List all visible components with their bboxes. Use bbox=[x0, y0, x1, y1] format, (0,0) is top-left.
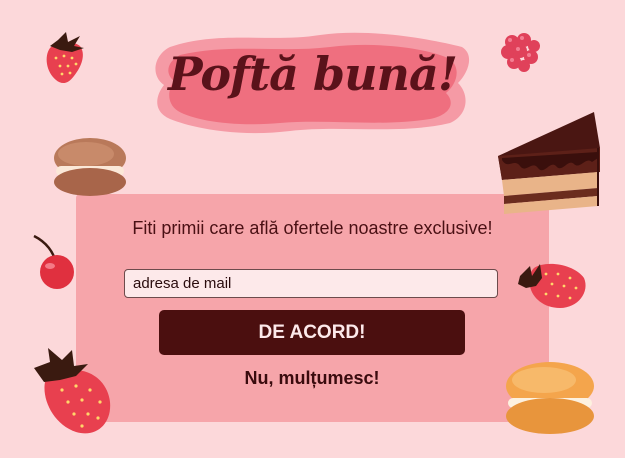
macaron-icon bbox=[54, 138, 126, 196]
decline-button[interactable]: Nu, mulțumesc! bbox=[159, 364, 465, 392]
macaron-icon bbox=[506, 362, 594, 434]
email-input[interactable] bbox=[124, 269, 498, 298]
newsletter-subtitle: Fiti primii care află ofertele noastre e… bbox=[132, 218, 493, 238]
strawberry-icon bbox=[34, 348, 111, 434]
strawberry-icon bbox=[518, 263, 586, 308]
cherry-icon bbox=[33, 234, 74, 289]
page-title: Poftă bună! bbox=[168, 47, 458, 101]
cake-slice-icon bbox=[498, 112, 600, 214]
strawberry-icon bbox=[46, 32, 84, 84]
title-banner: Poftă bună! bbox=[150, 25, 475, 140]
accept-button[interactable]: DE ACORD! bbox=[159, 310, 465, 355]
raspberry-icon bbox=[501, 33, 540, 72]
